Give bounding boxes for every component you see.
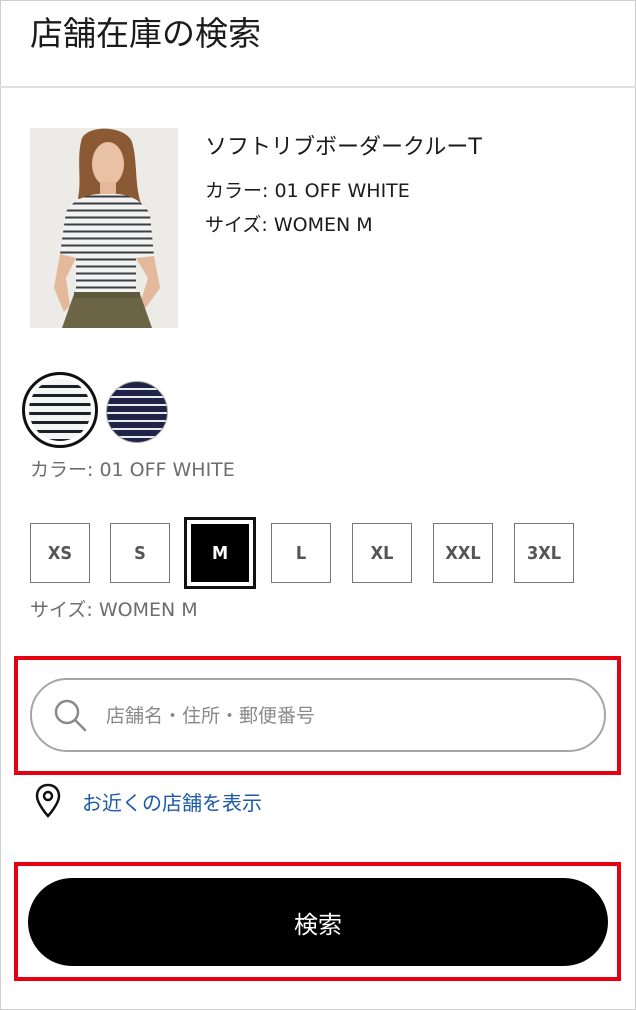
- size-option-xl[interactable]: XL: [352, 523, 412, 583]
- store-search-input[interactable]: [104, 692, 588, 740]
- page-title: 店舗在庫の検索: [30, 14, 261, 53]
- product-size: サイズ: WOMEN M: [205, 214, 373, 236]
- location-pin-icon: [35, 783, 61, 818]
- nearby-stores-label: お近くの店舗を表示: [82, 790, 262, 815]
- size-option-3xl[interactable]: 3XL: [514, 523, 574, 583]
- size-option-xs[interactable]: XS: [30, 523, 90, 583]
- show-nearby-stores-link[interactable]: お近くの店舗を表示: [34, 783, 262, 819]
- color-swatch-off-white[interactable]: [22, 372, 98, 448]
- swatch-pattern: [29, 379, 91, 441]
- store-search-box[interactable]: [30, 678, 606, 752]
- size-option-m[interactable]: M: [184, 517, 256, 589]
- search-button[interactable]: 検索: [28, 878, 608, 966]
- search-icon: [54, 699, 87, 732]
- product-color: カラー: 01 OFF WHITE: [205, 180, 410, 202]
- size-option-l[interactable]: L: [271, 523, 331, 583]
- size-caption: サイズ: WOMEN M: [30, 599, 198, 621]
- size-option-s[interactable]: S: [110, 523, 170, 583]
- size-option-m-label: M: [191, 524, 249, 582]
- product-image: [30, 128, 178, 328]
- product-name: ソフトリブボーダークルーT: [205, 135, 482, 160]
- color-caption: カラー: 01 OFF WHITE: [30, 459, 235, 481]
- color-swatch-navy[interactable]: [106, 381, 168, 443]
- size-option-xxl[interactable]: XXL: [433, 523, 493, 583]
- header: 店舗在庫の検索: [0, 0, 636, 88]
